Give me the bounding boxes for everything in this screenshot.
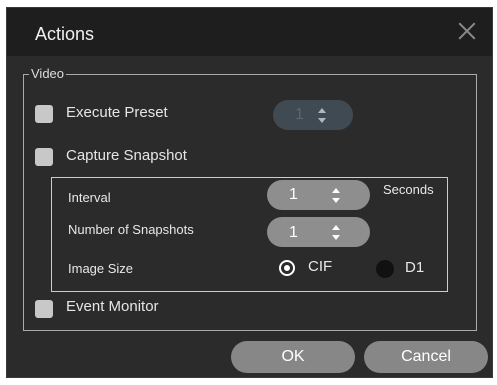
d1-radio[interactable] — [376, 260, 394, 278]
title-bar: Actions — [7, 8, 492, 56]
spin-up-icon[interactable] — [318, 108, 326, 113]
spin-down-icon[interactable] — [332, 198, 340, 203]
dialog-title: Actions — [35, 24, 95, 44]
capture-snapshot-checkbox[interactable] — [35, 148, 53, 166]
cancel-button[interactable]: Cancel — [364, 341, 488, 373]
ok-button[interactable]: OK — [231, 341, 355, 373]
spin-down-icon[interactable] — [332, 235, 340, 240]
spin-up-icon[interactable] — [332, 188, 340, 193]
preset-value: 1 — [295, 106, 304, 123]
execute-preset-label: Execute Preset — [66, 104, 168, 121]
video-group-legend: Video — [29, 66, 67, 81]
execute-preset-checkbox[interactable] — [35, 105, 53, 123]
interval-spinner[interactable]: 1 — [267, 180, 370, 210]
cif-radio[interactable] — [279, 260, 295, 276]
preset-spinner[interactable]: 1 — [273, 100, 353, 130]
interval-label: Interval — [68, 190, 111, 205]
interval-value: 1 — [289, 186, 298, 203]
cif-label: CIF — [308, 258, 333, 275]
capture-snapshot-label: Capture Snapshot — [66, 147, 187, 164]
event-monitor-checkbox[interactable] — [35, 300, 53, 318]
event-monitor-label: Event Monitor — [66, 298, 159, 315]
snapshot-count-value: 1 — [289, 224, 298, 241]
actions-dialog: Actions Video Execute Preset 1 Capture S… — [6, 7, 493, 378]
interval-unit: Seconds — [383, 182, 434, 197]
snapshot-count-spinner[interactable]: 1 — [267, 217, 370, 247]
image-size-label: Image Size — [68, 261, 134, 276]
spin-up-icon[interactable] — [332, 225, 340, 230]
close-icon[interactable] — [456, 20, 478, 42]
number-of-snapshots-label: Number of Snapshots — [68, 222, 194, 237]
spin-down-icon[interactable] — [318, 118, 326, 123]
d1-label: D1 — [405, 259, 425, 276]
